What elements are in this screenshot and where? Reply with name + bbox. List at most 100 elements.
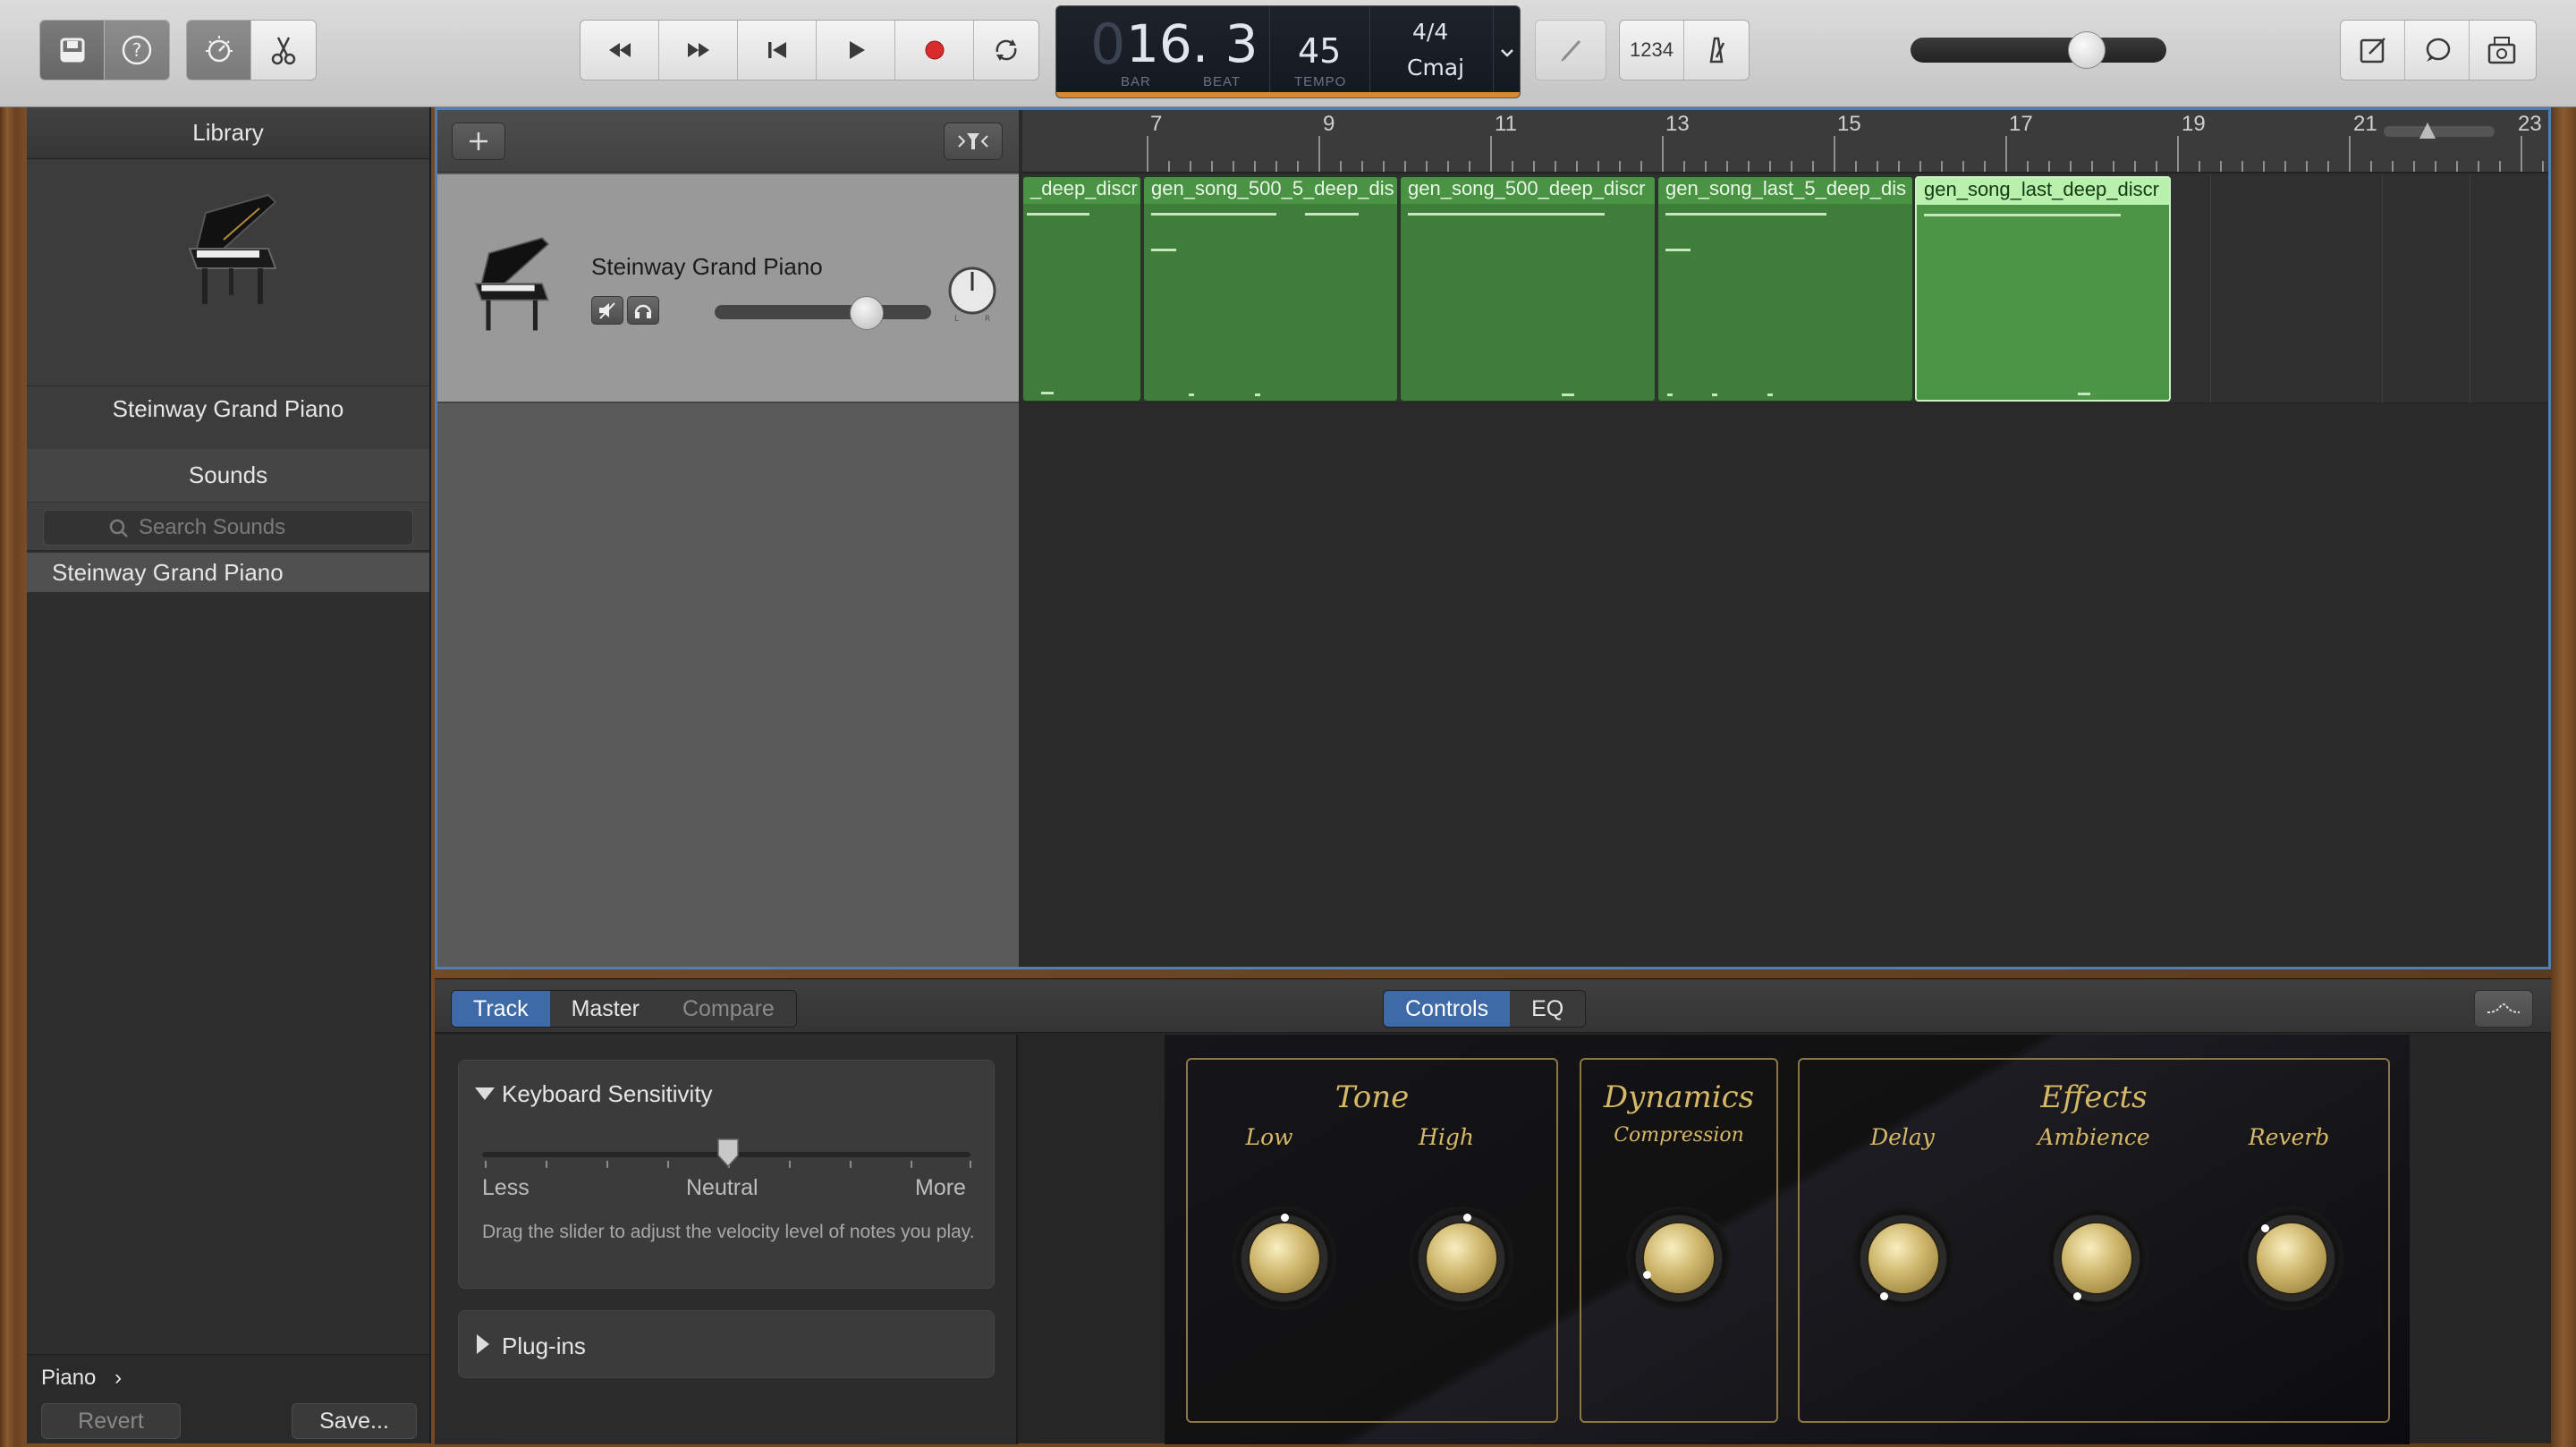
rewind-button[interactable] xyxy=(580,21,659,80)
timeline-ruler[interactable]: 7 9 11 13 15 17 19 21 23 xyxy=(1022,110,2548,173)
master-volume-thumb[interactable] xyxy=(2068,31,2106,69)
ruler-tick xyxy=(2091,161,2093,172)
cycle-button[interactable] xyxy=(974,21,1038,80)
ruler-tick xyxy=(1555,161,1556,172)
library-preview-name: Steinway Grand Piano xyxy=(112,395,344,422)
track-volume-slider[interactable] xyxy=(715,305,931,319)
tab-master[interactable]: Master xyxy=(549,991,661,1027)
ruler-tick xyxy=(1275,161,1277,172)
tab-eq[interactable]: EQ xyxy=(1510,991,1586,1027)
track-header[interactable]: Steinway Grand Piano LR xyxy=(437,174,1019,403)
fast-forward-button[interactable] xyxy=(659,21,738,80)
midi-note xyxy=(1924,214,2121,216)
sensitivity-slider-thumb[interactable] xyxy=(716,1138,740,1168)
count-in-button[interactable]: 1234 xyxy=(1620,21,1684,80)
midi-region[interactable]: gen_song_last_5_deep_dis xyxy=(1657,176,1913,402)
chevron-down-icon[interactable] xyxy=(1498,44,1516,62)
metronome-button[interactable] xyxy=(1684,21,1749,80)
ruler-tick xyxy=(1597,161,1599,172)
editors-button[interactable] xyxy=(251,21,316,80)
midi-region[interactable]: _deep_discr xyxy=(1022,176,1141,402)
low-knob[interactable] xyxy=(1233,1206,1336,1310)
ruler-tick xyxy=(1683,161,1685,172)
compression-knob[interactable] xyxy=(1627,1206,1731,1310)
ruler-mark: 13 xyxy=(1665,112,1690,136)
tuner-button[interactable] xyxy=(1536,21,1606,80)
library-breadcrumb[interactable]: Piano › xyxy=(41,1366,122,1391)
track-name: Steinway Grand Piano xyxy=(591,253,823,280)
midi-note xyxy=(1665,249,1690,251)
ruler-tick xyxy=(2306,161,2308,172)
smart-controls-button[interactable] xyxy=(187,21,251,80)
help-button[interactable]: ? xyxy=(105,21,169,80)
ruler-tick xyxy=(1297,161,1299,172)
play-button[interactable] xyxy=(817,21,895,80)
eq-curve-button[interactable] xyxy=(2474,990,2533,1028)
tab-track[interactable]: Track xyxy=(452,991,550,1027)
pan-knob[interactable]: LR xyxy=(945,264,999,323)
media-browser-button[interactable] xyxy=(2470,21,2534,80)
track-volume-thumb[interactable] xyxy=(850,296,884,330)
ruler-tick xyxy=(1941,161,1943,172)
plugins-panel[interactable]: Plug-ins xyxy=(458,1310,995,1378)
library-title: Library xyxy=(27,107,429,159)
notepad-button[interactable] xyxy=(2341,21,2405,80)
midi-region[interactable]: gen_song_500_deep_discr xyxy=(1400,176,1656,402)
high-knob[interactable] xyxy=(1410,1206,1513,1310)
zoom-slider[interactable] xyxy=(2384,126,2495,137)
library-item[interactable]: Steinway Grand Piano xyxy=(27,553,429,592)
midi-region[interactable]: gen_song_500_5_deep_dis xyxy=(1143,176,1398,402)
ruler-tick xyxy=(2005,136,2007,172)
go-to-start-button[interactable] xyxy=(738,21,817,80)
master-volume-slider[interactable] xyxy=(1911,38,2166,63)
ruler-tick xyxy=(1147,136,1148,172)
ruler-tick xyxy=(1877,161,1878,172)
midi-note xyxy=(1767,393,1773,396)
ruler-tick xyxy=(1233,161,1234,172)
ruler-mark: 23 xyxy=(2518,112,2542,136)
revert-button[interactable]: Revert xyxy=(41,1403,181,1439)
ruler-tick xyxy=(1190,161,1191,172)
solo-button[interactable] xyxy=(627,296,659,325)
high-label: High xyxy=(1419,1124,1474,1150)
effects-title: Effects xyxy=(2040,1079,2148,1115)
delay-knob[interactable] xyxy=(1852,1206,1955,1310)
zoom-thumb-icon[interactable] xyxy=(2418,121,2437,140)
save-button[interactable]: Save... xyxy=(292,1403,417,1439)
midi-note xyxy=(1562,393,1574,396)
tab-controls[interactable]: Controls xyxy=(1384,991,1511,1027)
reverb-knob[interactable] xyxy=(2240,1206,2343,1310)
lcd-display[interactable]: 0 16. 3 BAR BEAT 45 TEMPO 4/4 Cmaj xyxy=(1055,5,1521,98)
chevron-right-icon: › xyxy=(114,1366,123,1390)
mute-button[interactable] xyxy=(591,296,623,325)
add-track-button[interactable] xyxy=(452,123,505,160)
tab-compare[interactable]: Compare xyxy=(660,991,796,1027)
piano-controls: Tone Low High Dynamics Compression Effec… xyxy=(1165,1035,2410,1444)
lcd-separator xyxy=(1369,6,1370,94)
record-button[interactable] xyxy=(895,21,974,80)
count-metronome-group: 1234 xyxy=(1619,20,1750,80)
speaker-muted-icon xyxy=(599,302,615,319)
disclosure-triangle-icon[interactable] xyxy=(477,1334,489,1354)
disclosure-triangle-icon[interactable] xyxy=(475,1087,495,1100)
ambience-knob[interactable] xyxy=(2045,1206,2148,1310)
ruler-tick xyxy=(1962,161,1964,172)
lcd-ghost-digit: 0 xyxy=(1090,12,1126,77)
grand-piano-icon xyxy=(188,193,277,304)
ruler-tick xyxy=(2456,161,2458,172)
search-input[interactable]: Search Sounds xyxy=(43,510,413,546)
plugins-title: Plug-ins xyxy=(502,1333,586,1359)
midi-note xyxy=(1408,213,1605,216)
catch-playhead-button[interactable] xyxy=(944,123,1003,160)
tone-title: Tone xyxy=(1335,1079,1410,1115)
control-bar: ? 0 16. 3 BAR BEAT 45 TEMPO 4/4 Cmaj 123… xyxy=(0,0,2576,107)
ruler-tick xyxy=(2284,161,2286,172)
midi-note xyxy=(1151,249,1176,251)
editor-toolbar: Track Master Compare Controls EQ xyxy=(435,979,2551,1033)
library-button[interactable] xyxy=(40,21,105,80)
ruler-tick xyxy=(2435,161,2436,172)
midi-region-selected[interactable]: gen_song_last_deep_discr xyxy=(1915,176,2171,402)
loop-browser-button[interactable] xyxy=(2405,21,2470,80)
midi-note xyxy=(1305,213,1359,216)
midi-note xyxy=(1041,392,1054,394)
